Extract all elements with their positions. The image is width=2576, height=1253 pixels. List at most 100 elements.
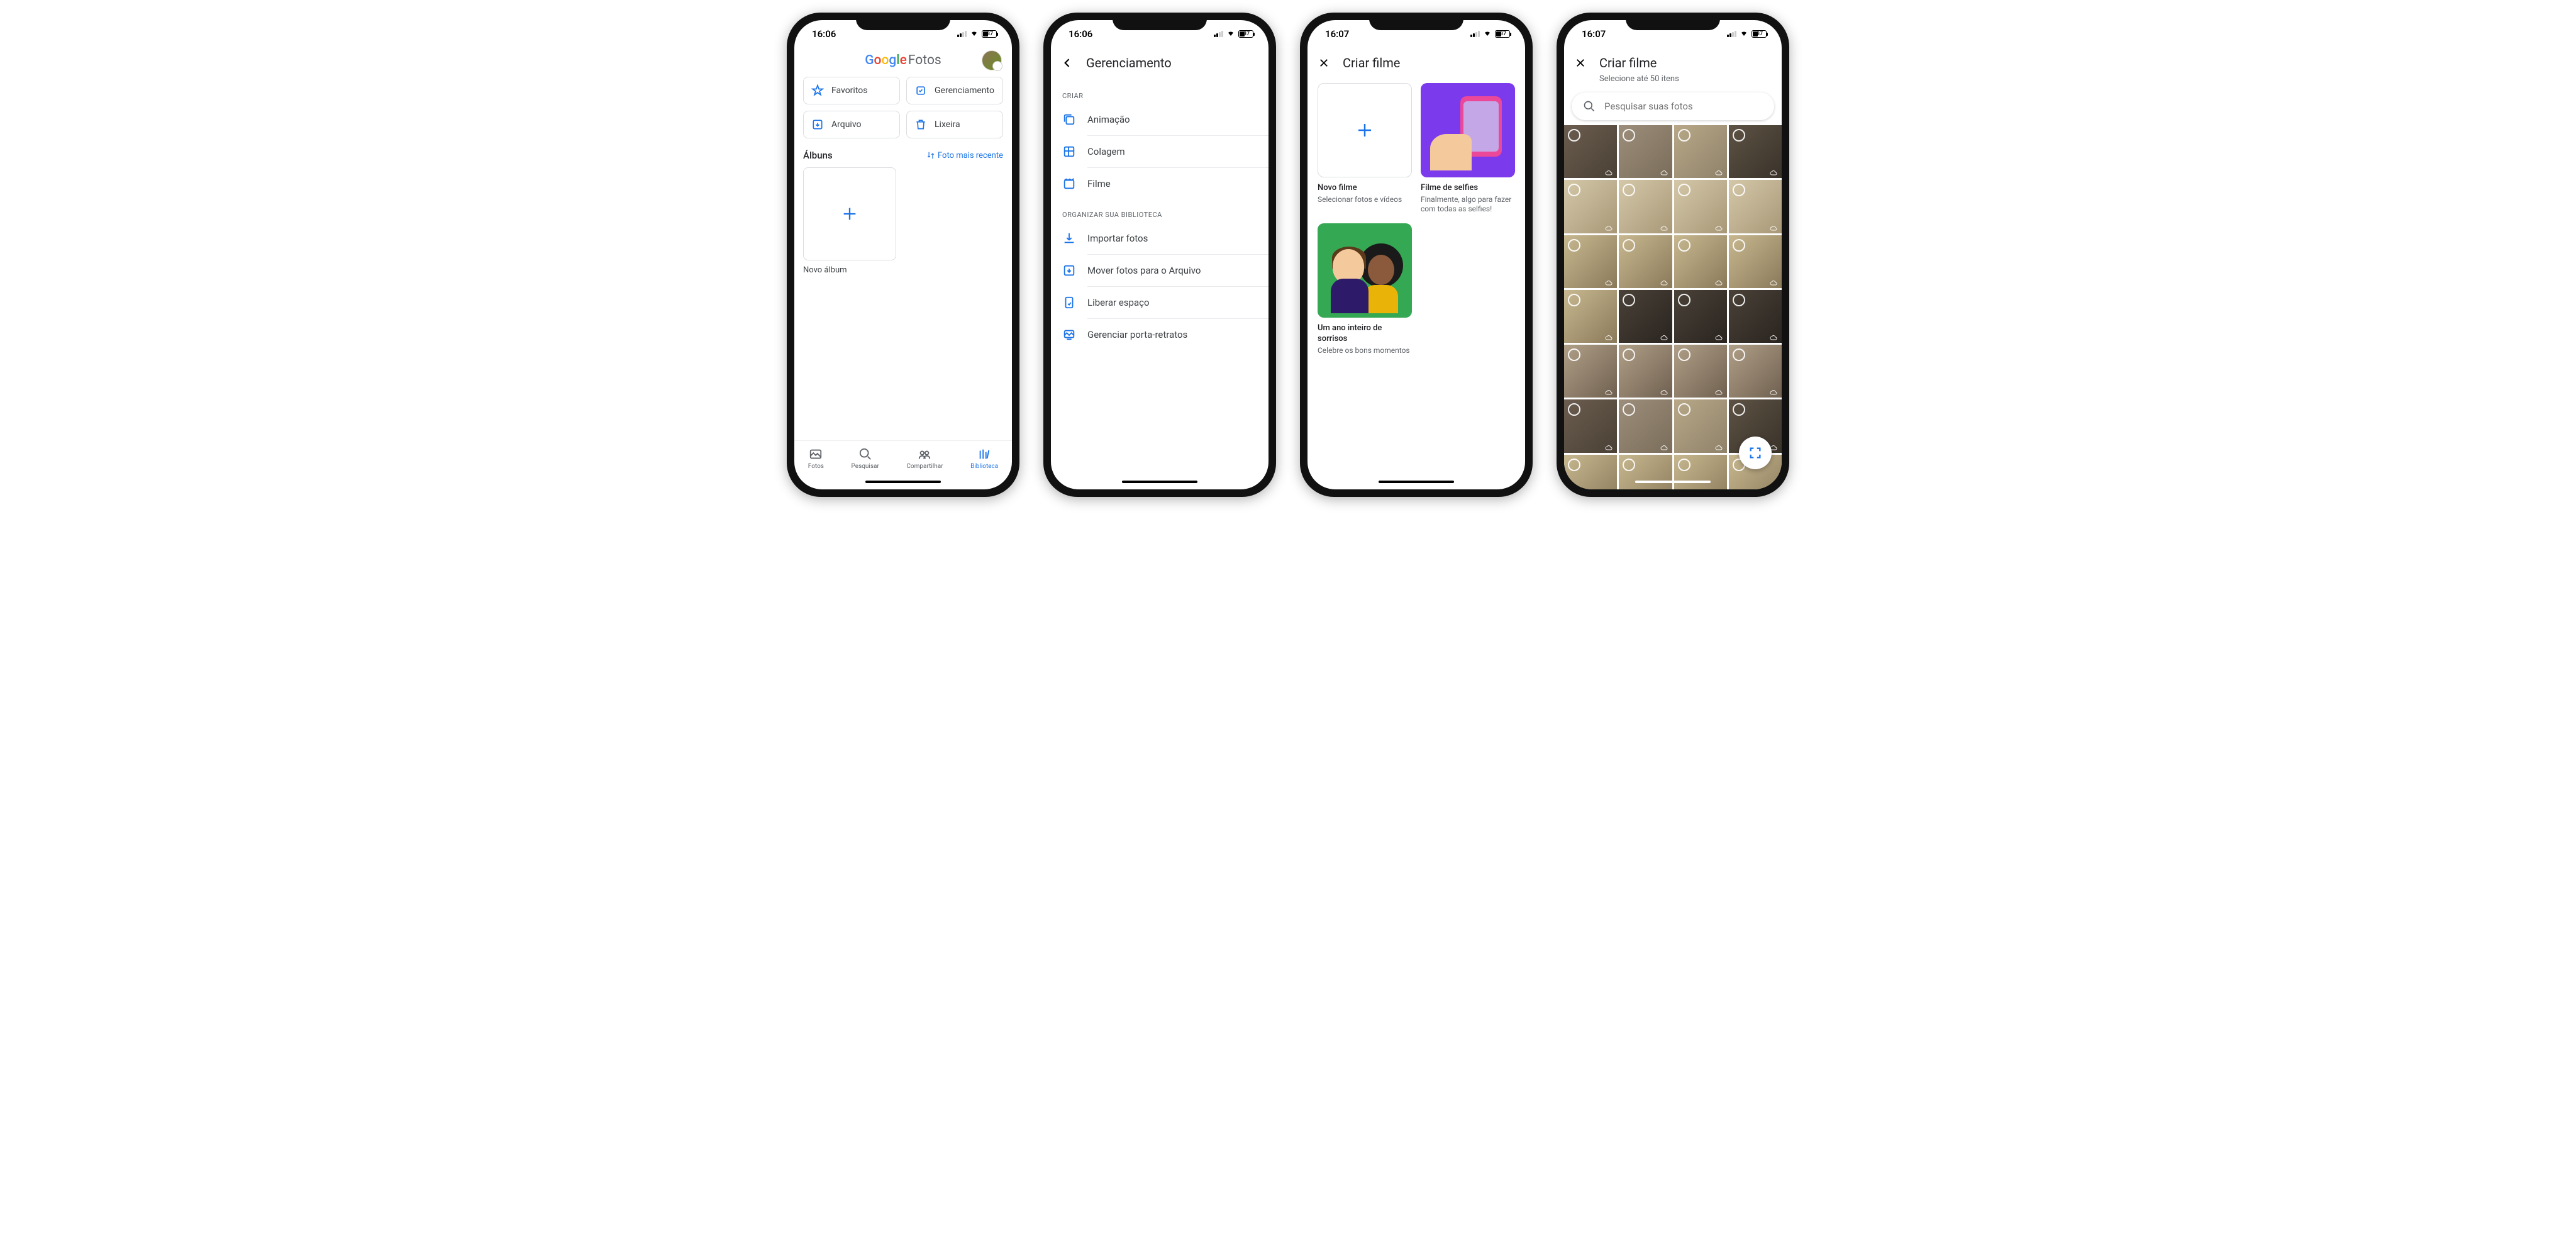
- photo-thumbnail[interactable]: [1674, 180, 1727, 233]
- cloud-icon: [1604, 223, 1614, 230]
- select-circle-icon: [1678, 129, 1690, 142]
- arquivo-label: Arquivo: [831, 120, 862, 130]
- home-indicator: [1564, 477, 1782, 489]
- photo-thumbnail[interactable]: [1619, 235, 1672, 288]
- photo-thumbnail[interactable]: [1564, 180, 1617, 233]
- select-circle-icon: [1678, 459, 1690, 471]
- wifi-icon: [1739, 28, 1749, 40]
- utilities-icon: [914, 84, 927, 97]
- select-circle-icon: [1623, 348, 1635, 361]
- select-circle-icon: [1623, 294, 1635, 306]
- gerenciamento-button[interactable]: Gerenciamento: [906, 77, 1003, 104]
- status-bar: 16:06 37: [1051, 20, 1269, 48]
- albums-sort-link[interactable]: Foto mais recente: [926, 151, 1003, 160]
- photo-thumbnail[interactable]: [1619, 180, 1672, 233]
- photo-thumbnail[interactable]: [1564, 290, 1617, 343]
- photo-thumbnail[interactable]: [1564, 235, 1617, 288]
- photo-thumbnail[interactable]: [1674, 235, 1727, 288]
- photo-thumbnail[interactable]: [1674, 290, 1727, 343]
- collage-icon: [1062, 145, 1076, 159]
- fullscreen-fab[interactable]: [1739, 437, 1772, 469]
- page-title: Criar filme: [1343, 55, 1400, 70]
- tab-biblioteca[interactable]: Biblioteca: [970, 447, 998, 470]
- favoritos-button[interactable]: Favoritos: [803, 77, 900, 104]
- cloud-icon: [1604, 332, 1614, 340]
- card-ano-sorrisos[interactable]: Um ano inteiro de sorrisos Celebre os bo…: [1318, 223, 1412, 355]
- photo-thumbnail[interactable]: [1674, 345, 1727, 398]
- back-button[interactable]: [1057, 53, 1077, 73]
- select-circle-icon: [1623, 459, 1635, 471]
- page-title: Criar filme: [1599, 55, 1657, 70]
- gerenciamento-label: Gerenciamento: [935, 86, 994, 96]
- cloud-icon: [1714, 442, 1724, 450]
- item-colagem[interactable]: Colagem: [1051, 136, 1269, 167]
- photo-thumbnail[interactable]: [1619, 125, 1672, 178]
- search-input[interactable]: [1604, 101, 1763, 112]
- item-porta-retratos[interactable]: Gerenciar porta-retratos: [1051, 319, 1269, 350]
- card-filme-selfies[interactable]: Filme de selfies Finalmente, algo para f…: [1421, 83, 1515, 214]
- photo-thumbnail[interactable]: [1729, 345, 1782, 398]
- select-circle-icon: [1568, 184, 1580, 196]
- close-icon: [1318, 57, 1330, 69]
- photo-thumbnail[interactable]: [1619, 345, 1672, 398]
- item-mover-arquivo[interactable]: Mover fotos para o Arquivo: [1051, 255, 1269, 286]
- home-indicator: [794, 477, 1012, 489]
- new-album-label: Novo álbum: [803, 265, 1012, 275]
- photo-thumbnail[interactable]: [1674, 399, 1727, 452]
- tab-pesquisar[interactable]: Pesquisar: [852, 447, 879, 470]
- photo-thumbnail[interactable]: [1729, 125, 1782, 178]
- wifi-icon: [1482, 28, 1492, 40]
- select-circle-icon: [1623, 239, 1635, 252]
- page-title: Gerenciamento: [1086, 55, 1172, 70]
- status-bar: 16:07 37: [1564, 20, 1782, 48]
- card-subtitle: Finalmente, algo para fazer com todas as…: [1421, 195, 1515, 214]
- status-time: 16:06: [1069, 28, 1092, 40]
- phone-frame-1: 16:06 37 GoogleFotos Favoritos Gerenciam…: [787, 13, 1019, 497]
- cloud-icon: [1659, 277, 1669, 285]
- item-importar[interactable]: Importar fotos: [1051, 223, 1269, 254]
- close-button[interactable]: [1314, 53, 1334, 73]
- chevron-left-icon: [1061, 57, 1074, 69]
- arquivo-button[interactable]: Arquivo: [803, 111, 900, 138]
- selfie-illustration: [1421, 83, 1515, 177]
- item-animacao[interactable]: Animação: [1051, 104, 1269, 135]
- lixeira-button[interactable]: Lixeira: [906, 111, 1003, 138]
- tab-compartilhar[interactable]: Compartilhar: [906, 447, 943, 470]
- select-circle-icon: [1678, 348, 1690, 361]
- cloud-icon: [1714, 387, 1724, 394]
- photo-thumbnail[interactable]: [1729, 180, 1782, 233]
- cloud-icon: [1604, 442, 1614, 450]
- library-icon: [977, 447, 991, 461]
- search-bar[interactable]: [1572, 92, 1774, 120]
- photo-thumbnail[interactable]: [1729, 235, 1782, 288]
- google-logo: GoogleFotos: [865, 53, 941, 68]
- app-header: GoogleFotos: [794, 48, 1012, 77]
- status-bar: 16:06 37: [794, 20, 1012, 48]
- photo-thumbnail[interactable]: [1564, 125, 1617, 178]
- avatar[interactable]: [982, 50, 1002, 70]
- select-circle-icon: [1733, 403, 1745, 416]
- photo-thumbnail[interactable]: [1564, 399, 1617, 452]
- photo-thumbnail[interactable]: [1564, 345, 1617, 398]
- card-novo-filme[interactable]: Novo filme Selecionar fotos e vídeos: [1318, 83, 1412, 214]
- import-icon: [1062, 231, 1076, 245]
- cloud-icon: [1768, 332, 1779, 340]
- close-button[interactable]: [1570, 53, 1591, 73]
- wifi-icon: [969, 28, 979, 40]
- photo-thumbnail[interactable]: [1674, 125, 1727, 178]
- signal-icon: [1214, 31, 1223, 37]
- photo-thumbnail[interactable]: [1619, 290, 1672, 343]
- card-subtitle: Selecionar fotos e vídeos: [1318, 195, 1412, 205]
- select-circle-icon: [1568, 403, 1580, 416]
- card-title: Novo filme: [1318, 183, 1412, 194]
- tab-fotos[interactable]: Fotos: [808, 447, 824, 470]
- cloud-icon: [1659, 223, 1669, 230]
- item-liberar[interactable]: Liberar espaço: [1051, 287, 1269, 318]
- new-album-card[interactable]: [803, 167, 896, 260]
- item-filme[interactable]: Filme: [1051, 168, 1269, 199]
- section-criar: CRIAR: [1051, 81, 1269, 104]
- cloud-icon: [1714, 167, 1724, 175]
- select-circle-icon: [1623, 129, 1635, 142]
- photo-thumbnail[interactable]: [1729, 290, 1782, 343]
- photo-thumbnail[interactable]: [1619, 399, 1672, 452]
